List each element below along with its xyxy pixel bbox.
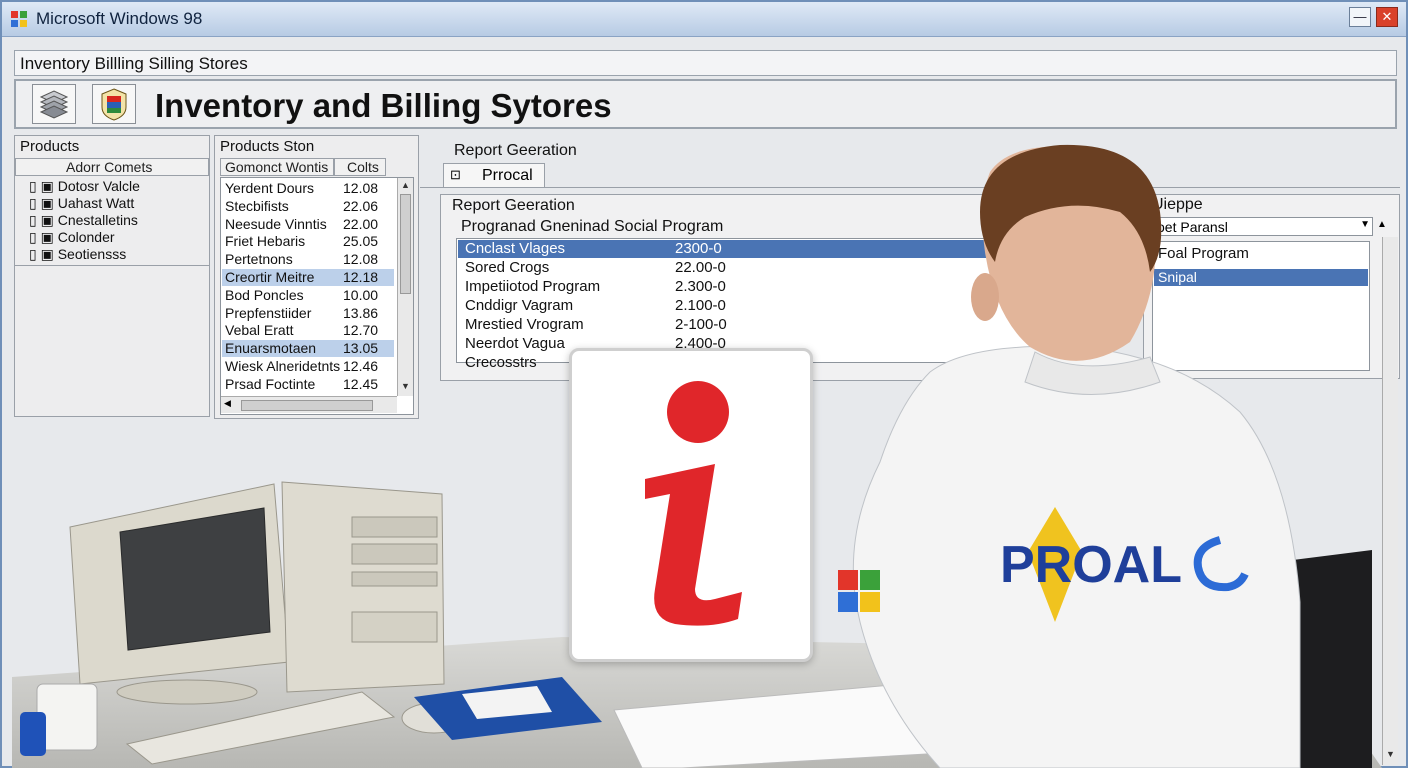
product-cost: 25.05 [343, 233, 379, 250]
product-cost: 22.06 [343, 197, 379, 214]
scroll-left-icon[interactable]: ◀ [224, 398, 231, 409]
database-icon[interactable] [32, 84, 76, 124]
product-cost: 12.46 [343, 358, 379, 374]
report-program-name: Neerdot Vagua [465, 335, 565, 352]
tree-item[interactable]: ▯ ▣ Cnestalletins [29, 212, 138, 229]
close-button[interactable]: ✕ [1376, 7, 1398, 27]
product-cost: 12.18 [343, 269, 379, 285]
products-store-scrollbar[interactable]: ▲ ▼ [397, 178, 413, 396]
scroll-down-icon[interactable]: ▼ [400, 381, 411, 392]
product-name: Neesude Vinntis [225, 215, 327, 232]
report-program-value: 2300-0 [675, 240, 722, 257]
windows-logo-icon [11, 11, 27, 27]
product-cost: 12.45 [343, 375, 379, 392]
product-name: Stecbifists [225, 197, 289, 214]
table-row[interactable]: Wiesk Alneridetnts 12.46 [222, 358, 394, 375]
table-row[interactable]: Prepfenstiider 13.86 [222, 305, 394, 322]
table-row[interactable]: Stecbifists 22.06 [222, 198, 394, 215]
product-cost: 12.08 [343, 180, 379, 196]
product-cost: 12.08 [343, 251, 379, 268]
report-program-name: Cnddigr Vagram [465, 297, 574, 314]
report-program-name: Sored Crogs [465, 259, 550, 276]
report-program-value: 2-100-0 [675, 316, 727, 333]
product-name: Creortir Meitre [225, 269, 315, 285]
report-subtitle: Progranad Gneninad Social Program [461, 218, 724, 235]
product-cost: 13.86 [343, 304, 379, 321]
tree-item[interactable]: ▯ ▣ Dotosr Valcle [29, 178, 140, 195]
info-icon-dot [667, 381, 729, 443]
table-row[interactable]: Prsad Foctinte 12.45 [222, 376, 394, 393]
pc-tower [281, 481, 445, 693]
product-name: Friet Hebaris [225, 233, 306, 250]
tab-prrocal[interactable]: ⊡ Prrocal [443, 163, 545, 187]
hscroll-thumb[interactable] [241, 400, 373, 411]
report-outer-label: Report Geeration [454, 142, 577, 159]
report-program-value: 2.300-0 [675, 278, 726, 295]
product-name: Pertetnons [225, 251, 293, 268]
report-program-value: 2.100-0 [675, 297, 726, 314]
emblem-icon[interactable] [92, 84, 136, 124]
table-row[interactable]: Yerdent Dours 12.08 [222, 180, 394, 197]
banner-title: Inventory and Billing Sytores [155, 87, 612, 124]
title-bar[interactable]: Microsoft Windows 98 — ✕ [2, 2, 1406, 37]
product-name: Bod Poncles [225, 286, 304, 303]
report-program-name: Impetiiotod Program [465, 278, 601, 295]
table-row[interactable]: Creortir Meitre 12.18 [222, 269, 394, 286]
report-program-name: Mrestied Vrogram [465, 316, 584, 333]
table-row[interactable]: Neesude Vinntis 22.00 [222, 216, 394, 233]
name-column-header[interactable]: Gomonct Wontis [220, 158, 334, 176]
report-program-name: Cnclast Vlages [465, 240, 566, 257]
minimize-button[interactable]: — [1349, 7, 1371, 27]
table-row[interactable]: Bod Poncles 10.00 [222, 287, 394, 304]
products-tree: ▯ ▣ Dotosr Valcle ▯ ▣ Uahast Watt ▯ ▣ Cn… [15, 177, 209, 266]
table-row[interactable]: Enuarsmotaen 13.05 [222, 340, 394, 358]
info-icon [645, 464, 742, 626]
table-row[interactable]: Pertetnons 12.08 [222, 251, 394, 268]
info-dialog-overlay[interactable] [569, 348, 813, 662]
product-name: Prsad Foctinte [225, 375, 316, 392]
app-title-bar: Inventory Billling Silling Stores [14, 50, 1397, 76]
main-window: Microsoft Windows 98 — ✕ Inventory Billl… [0, 0, 1408, 768]
products-store-label: Products Ston [220, 138, 315, 155]
products-label: Products [20, 138, 80, 155]
table-row[interactable]: Vebal Eratt 12.70 [222, 322, 394, 339]
scroll-up-icon[interactable]: ▲ [400, 180, 411, 191]
product-cost: 22.00 [343, 215, 379, 232]
products-panel: Products Adorr Comets ▯ ▣ Dotosr Valcle … [14, 135, 210, 417]
tree-item[interactable]: ▯ ▣ Colonder [29, 229, 115, 246]
product-name: Vebal Eratt [225, 322, 294, 339]
app-menu-title: Inventory Billling Silling Stores [20, 54, 248, 73]
report-program-name: Crecosstrs [465, 354, 537, 371]
chevron-down-icon[interactable]: ▼ [1360, 219, 1370, 230]
ear [971, 273, 999, 321]
product-name: Prepfenstiider [225, 304, 312, 321]
tree-item[interactable]: ▯ ▣ Uahast Watt [29, 195, 134, 212]
proal-logo-text: PROAL [1000, 536, 1182, 594]
product-cost: 10.00 [343, 286, 379, 303]
products-store-panel: Products Ston Gomonct Wontis Colts Yerde… [214, 135, 419, 419]
tree-item[interactable]: ▯ ▣ Seotiensss [29, 246, 126, 263]
app-banner: Inventory and Billing Sytores [14, 79, 1397, 129]
products-store-list[interactable]: Yerdent Dours 12.08 Stecbifists 22.06 Neesud… [220, 177, 414, 415]
product-name: Yerdent Dours [225, 180, 314, 196]
report-program-value: 22.00-0 [675, 259, 726, 276]
scroll-thumb[interactable] [400, 194, 411, 294]
window-title: Microsoft Windows 98 [36, 9, 203, 28]
folder-icon: ⊡ [450, 167, 461, 182]
product-name: Wiesk Alneridetnts [225, 358, 341, 374]
products-store-hscrollbar[interactable]: ◀ [221, 396, 397, 413]
report-inner-label: Report Geeration [452, 197, 575, 214]
product-cost: 13.05 [343, 340, 379, 357]
table-row[interactable]: Friet Hebaris 25.05 [222, 233, 394, 250]
product-name: Enuarsmotaen [225, 340, 317, 357]
person-illustration: PROAL [838, 144, 1301, 768]
cost-column-header[interactable]: Colts [334, 158, 386, 176]
product-cost: 12.70 [343, 322, 379, 339]
scroll-up-icon[interactable]: ▲ [1377, 219, 1387, 230]
products-column-header[interactable]: Adorr Comets [15, 158, 209, 176]
